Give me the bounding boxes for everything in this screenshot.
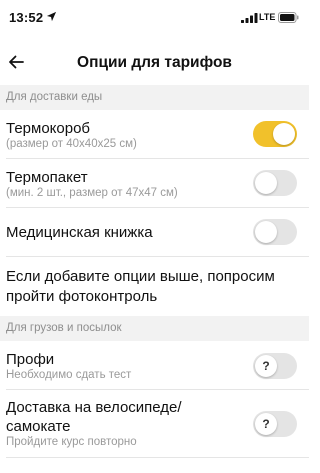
location-arrow-icon [46,11,57,22]
option-subtitle: (размер от 40х40х25 см) [6,138,137,150]
section-header-label: Для грузов и посылок [6,322,122,334]
thermobag-toggle[interactable] [253,170,297,196]
option-title: Термопакет [6,169,88,186]
option-subtitle: (мин. 2 шт., размер от 47х47 см) [6,187,178,199]
toggle-knob [255,172,277,194]
bicycle-delivery-toggle[interactable]: ? [253,411,297,437]
option-row-thermobag[interactable]: Термопакет (мин. 2 шт., размер от 47х47 … [0,159,309,208]
question-icon: ? [255,355,277,377]
nav-bar: Опции для тарифов [0,44,309,84]
divider [6,256,309,257]
section-header-label: Для доставки еды [6,91,103,103]
photo-control-note: Если добавите опции выше, попросим пройт… [6,268,275,305]
divider [6,457,309,458]
toggle-knob [273,123,295,145]
option-title: Термокороб [6,120,91,137]
section-header-food: Для доставки еды [0,85,309,110]
thermobox-toggle[interactable] [253,121,297,147]
option-row-bicycle-delivery[interactable]: Доставка на велосипеде/ самокате Пройдит… [0,390,309,460]
profi-toggle[interactable]: ? [253,353,297,379]
page-title: Опции для тарифов [77,54,232,71]
option-row-thermobox[interactable]: Термокороб (размер от 40х40х25 см) [0,110,309,159]
option-row-profi[interactable]: Профи Необходимо сдать тест ? [0,341,309,390]
option-subtitle: Необходимо сдать тест [6,369,132,381]
option-title: Медицинская книжка [6,224,153,241]
option-subtitle: Пройдите курс повторно [6,436,137,448]
battery-icon [278,12,299,23]
question-icon: ? [255,413,277,435]
status-time: 13:52 [9,10,44,25]
option-row-medical-book[interactable]: Медицинская книжка [0,208,309,257]
option-title: Профи [6,351,55,368]
signal-bars-icon [241,13,258,23]
toggle-knob [255,221,277,243]
medical-book-toggle[interactable] [253,219,297,245]
status-bar: 13:52 LTE [0,0,309,36]
option-title: Доставка на велосипеде/ самокате [6,399,182,435]
carrier-label: LTE [259,12,276,22]
section-header-cargo: Для грузов и посылок [0,316,309,341]
